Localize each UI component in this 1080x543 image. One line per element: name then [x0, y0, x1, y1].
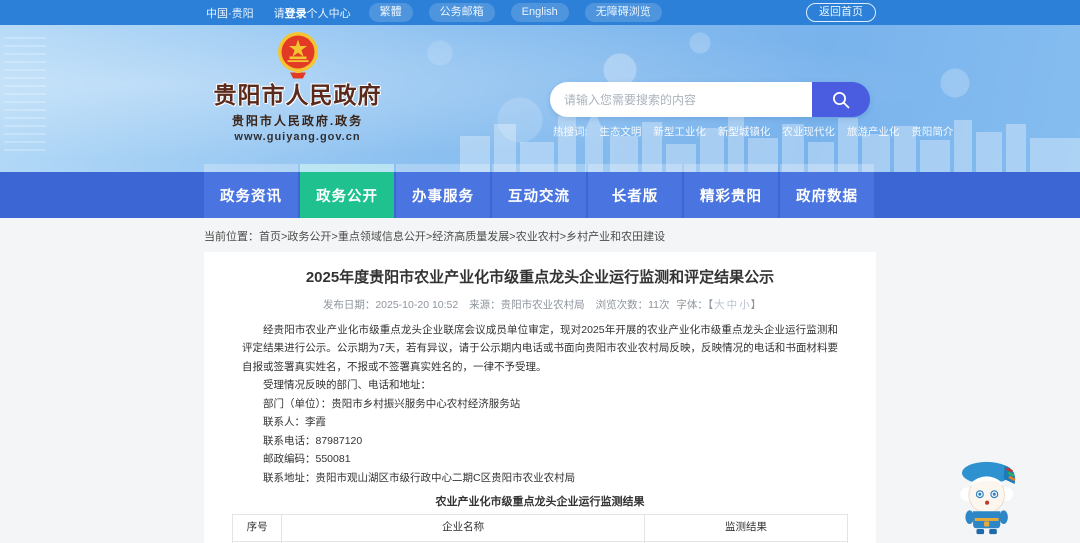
search-input[interactable]: [550, 82, 812, 117]
line-contact-person: 联系人：李霞: [263, 416, 326, 429]
mascot-widget[interactable]: [945, 450, 1030, 535]
line-department: 部门（单位）：贵阳市乡村振兴服务中心农村经济服务站: [263, 397, 521, 410]
line-phone: 联系电话：87987120: [263, 434, 363, 447]
nav-tab-label: 长者版: [588, 172, 682, 218]
breadcrumb: 当前位置：首页>政务公开>重点领域信息公开>经济高质量发展>农业农村>乡村产业和…: [204, 218, 876, 252]
nav-tab-banshi-fuwu[interactable]: 办事服务: [396, 164, 490, 218]
traditional-chinese-button[interactable]: 繁體: [368, 3, 413, 22]
nav-tab-label: 互动交流: [492, 172, 586, 218]
nav-tab-label: 办事服务: [396, 172, 490, 218]
hot-tag-guiyang-intro[interactable]: 贵阳简介: [911, 124, 953, 139]
paragraph-announcement: 经贵阳市农业产业化市级重点龙头企业联席会议成员单位审定，现对2025年开展的农业…: [242, 323, 838, 373]
hot-tag-agriculture[interactable]: 农业现代化: [782, 124, 835, 139]
view-count: 浏览次数：11次: [595, 298, 670, 311]
breadcrumb-label: 当前位置：: [204, 231, 259, 243]
decorative-stripes: [4, 37, 46, 155]
nav-tab-jingcai-guiyang[interactable]: 精彩贵阳: [684, 164, 778, 218]
publish-date: 发布日期：2025-10-20 10:52: [322, 298, 459, 311]
login-personal-center-link[interactable]: 请登录个人中心: [272, 3, 353, 23]
line-postcode: 邮政编码：550081: [263, 453, 351, 466]
line-address: 联系地址：贵阳市观山湖区市级行政中心二期C区贵阳市农业农村局: [263, 471, 576, 484]
header-banner: 贵阳市人民政府 贵阳市人民政府.政务 www.guiyang.gov.cn 热搜…: [0, 25, 1080, 172]
nav-tab-zhengwu-zixun[interactable]: 政务资讯: [204, 164, 298, 218]
header-company: 企业名称: [281, 514, 646, 542]
article-title: 2025年度贵阳市农业产业化市级重点龙头企业运行监测和评定结果公示: [305, 269, 775, 286]
english-button[interactable]: English: [510, 3, 569, 22]
hot-tag-tourism[interactable]: 旅游产业化: [847, 124, 900, 139]
tab-cap: [492, 164, 586, 172]
hot-search-words: 热搜词: 生态文明 新型工业化 新型城镇化 农业现代化 旅游产业化 贵阳简介: [553, 124, 953, 139]
tab-cap: [300, 164, 394, 172]
article-card: 2025年度贵阳市农业产业化市级重点龙头企业运行监测和评定结果公示 发布日期：2…: [204, 252, 876, 543]
hot-tag-industrialization[interactable]: 新型工业化: [653, 124, 706, 139]
search-button[interactable]: [812, 82, 870, 117]
article-body: 经贵阳市农业产业化市级重点龙头企业联席会议成员单位审定，现对2025年开展的农业…: [242, 321, 838, 488]
table-caption: 农业产业化市级重点龙头企业运行监测结果: [435, 496, 645, 509]
tab-cap: [780, 164, 874, 172]
hot-tag-ecology[interactable]: 生态文明: [599, 124, 641, 139]
nav-tab-label: 精彩贵阳: [684, 172, 778, 218]
site-title: 贵阳市人民政府: [213, 82, 382, 108]
tab-cap: [588, 164, 682, 172]
font-size-large-button[interactable]: 大: [714, 299, 725, 311]
header-result: 监测结果: [644, 514, 848, 542]
site-logo[interactable]: 贵阳市人民政府 贵阳市人民政府.政务 www.guiyang.gov.cn: [200, 30, 395, 143]
tab-cap: [204, 164, 298, 172]
back-to-home-button[interactable]: 返回首页: [806, 2, 876, 23]
tab-cap: [684, 164, 778, 172]
nav-tab-label: 政务公开: [300, 172, 394, 218]
search-box: [550, 82, 870, 117]
national-emblem-icon: [277, 32, 318, 79]
nav-tab-zhangzhe-ban[interactable]: 长者版: [588, 164, 682, 218]
breadcrumb-path[interactable]: 首页>政务公开>重点领域信息公开>经济高质量发展>农业农村>乡村产业和农田建设: [259, 231, 665, 243]
main-navigation: 政务资讯 政务公开 办事服务 互动交流 长者版 精彩贵阳 政府数据: [0, 164, 1080, 218]
login-link[interactable]: 登录: [285, 8, 307, 20]
tab-cap: [396, 164, 490, 172]
monitoring-result-table: 序号 企业名称 监测结果 1 贵州合力超市采购有限公司 合格 2 贵州友禾种业有…: [231, 514, 848, 543]
nav-tab-zhengfu-shuju[interactable]: 政府数据: [780, 164, 874, 218]
accessibility-button[interactable]: 无障碍浏览: [584, 3, 662, 22]
nav-tab-zhengwu-gongkai[interactable]: 政务公开: [300, 164, 394, 218]
article-source: 来源：贵阳市农业农村局: [469, 298, 585, 311]
nav-tab-hudong-jiaoliu[interactable]: 互动交流: [492, 164, 586, 218]
paragraph-contact-intro: 受理情况反映的部门、电话和地址：: [263, 379, 431, 392]
header-index: 序号: [231, 514, 283, 542]
article-meta: 发布日期：2025-10-20 10:52 来源：贵阳市农业农村局 浏览次数：1…: [228, 297, 852, 312]
site-subtitle: 贵阳市人民政府.政务: [231, 114, 364, 129]
table-header-row: 序号 企业名称 监测结果: [231, 514, 848, 542]
hot-tag-urbanization[interactable]: 新型城镇化: [718, 124, 771, 139]
nav-tab-label: 政府数据: [780, 172, 874, 218]
official-mail-button[interactable]: 公务邮箱: [428, 3, 495, 22]
site-url: www.guiyang.gov.cn: [234, 131, 361, 144]
top-utility-bar: 中国·贵阳 请登录个人中心 繁體 公务邮箱 English 无障碍浏览 返回首页: [0, 0, 1080, 25]
font-size-small-button[interactable]: 小: [739, 299, 750, 311]
mascot-icon: [960, 461, 1016, 535]
login-prefix: 请: [273, 7, 285, 20]
login-suffix: 个人中心: [306, 7, 351, 20]
nav-tab-label: 政务资讯: [204, 172, 298, 218]
hot-search-label: 热搜词:: [553, 126, 588, 138]
font-size-label: 字体：【: [676, 298, 714, 311]
region-link[interactable]: 中国·贵阳: [204, 3, 256, 23]
search-icon: [833, 91, 850, 108]
font-size-label-close: 】: [750, 298, 762, 311]
font-size-medium-button[interactable]: 中: [727, 299, 738, 311]
